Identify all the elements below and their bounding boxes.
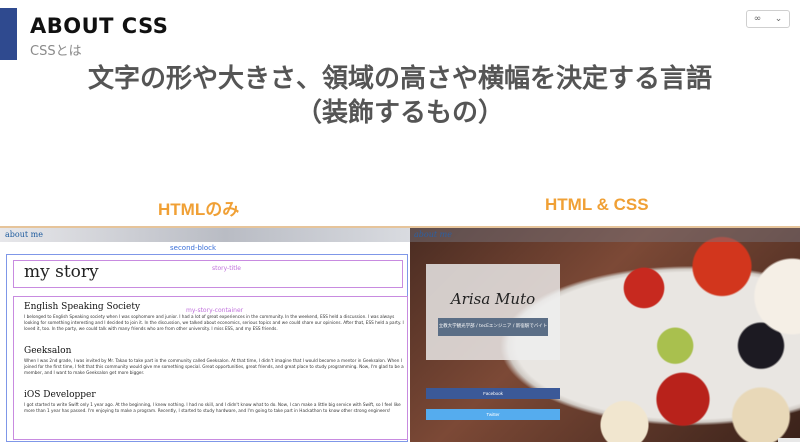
profile-card: Arisa Muto 立教大学観光学部 / tecEエンジニア / 新宿駅でバイ…	[426, 264, 560, 360]
infinity-icon: ∞	[753, 14, 762, 24]
slide-subtitle: CSSとは	[30, 44, 82, 59]
section-text: When I was 2nd grade, I was invited by M…	[24, 358, 404, 375]
chevron-down-icon: ⌄	[774, 14, 783, 24]
lp-header: about me	[0, 228, 410, 242]
second-block-label: second-block	[170, 244, 217, 252]
accent-bar	[0, 8, 17, 60]
section-text: I belonged to English Speaking society w…	[24, 314, 404, 331]
headline-line-2: （装飾するもの）	[295, 98, 504, 128]
section-heading: Geeksalon	[24, 346, 72, 356]
html-css-preview: about me Arisa Muto 立教大学観光学部 / tecEエンジニア…	[410, 226, 800, 442]
rp-header: about me	[410, 228, 800, 242]
story-title-label: story-title	[212, 265, 241, 272]
section-heading: iOS Developper	[24, 390, 96, 400]
profile-name: Arisa Muto	[450, 290, 536, 308]
view-options-control[interactable]: ∞ ⌄	[746, 10, 790, 28]
corner-thumbnail	[778, 438, 800, 442]
facebook-button[interactable]: Facebook	[426, 388, 560, 399]
html-css-label: HTML & CSS	[545, 195, 649, 214]
slide-title: ABOUT CSS	[30, 14, 169, 38]
profile-tagline: 立教大学観光学部 / tecEエンジニア / 新宿駅でバイト	[438, 318, 548, 336]
section-text: I got started to write Swift only 1 year…	[24, 402, 401, 413]
section-heading: English Speaking Society	[24, 302, 141, 312]
html-only-label: HTMLのみ	[158, 200, 240, 219]
headline-line-1: 文字の形や大きさ、領域の高さや横幅を決定する言語	[87, 64, 712, 94]
html-only-preview: about me second-block my story story-tit…	[0, 226, 410, 442]
slide-headline: 文字の形や大きさ、領域の高さや横幅を決定する言語 （装飾するもの）	[0, 62, 800, 130]
story-container-label: my-story-container	[186, 307, 244, 314]
story-title: my story	[24, 262, 99, 282]
twitter-button[interactable]: Twitter	[426, 409, 560, 420]
